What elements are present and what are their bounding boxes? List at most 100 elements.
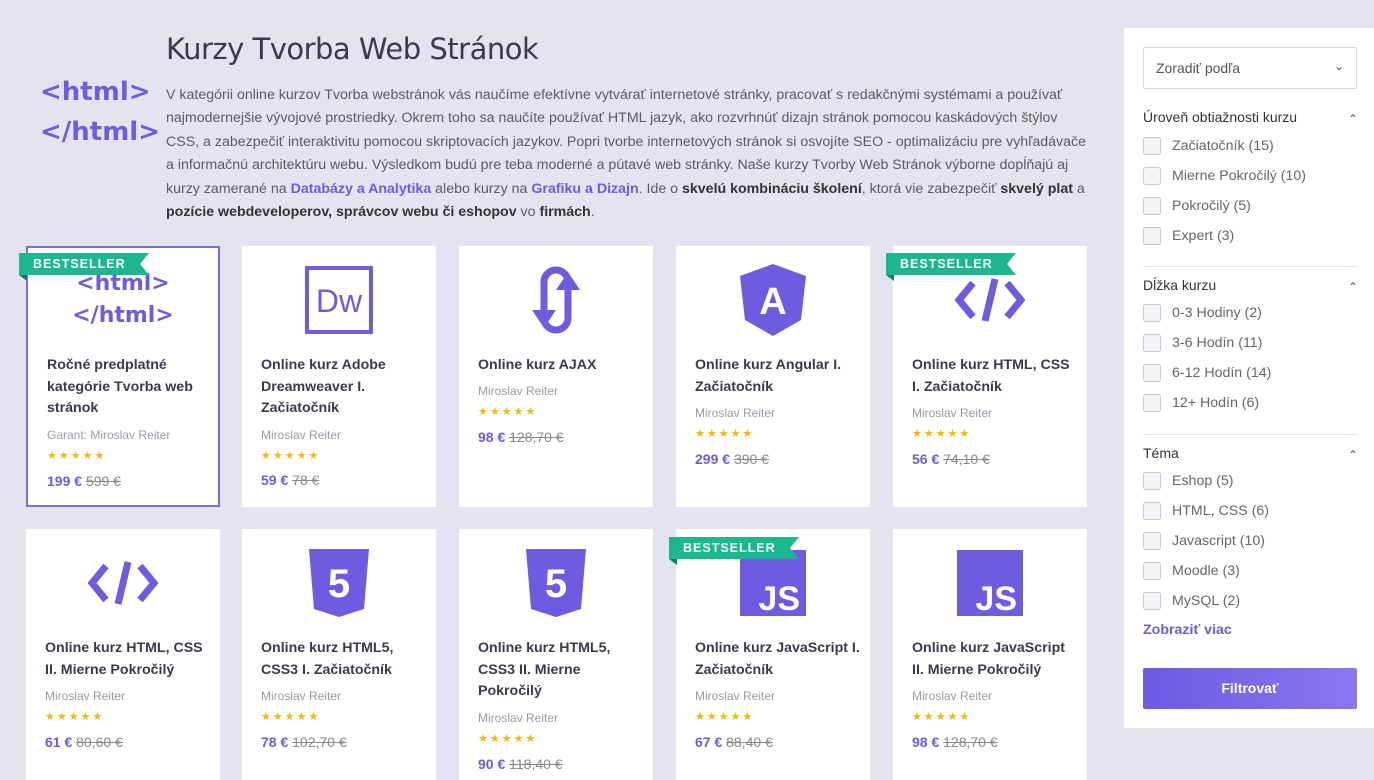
course-price: 98 € 128,70 € [912,734,998,750]
rating-stars: ★★★★★ [261,711,321,723]
code-icon [26,547,220,619]
filter-option[interactable]: Začiatočník (15) [1143,137,1274,155]
course-author: Miroslav Reiter [478,711,559,725]
course-card[interactable]: 5 Online kurz HTML5, CSS3 II. Mierne Pok… [459,529,653,780]
filter-section-title[interactable]: Téma [1143,445,1179,461]
course-author: Miroslav Reiter [912,406,993,420]
js-icon: JS [893,547,1087,619]
course-card[interactable]: 5 Online kurz HTML5, CSS3 I. Začiatočník… [242,529,436,780]
course-name[interactable]: Online kurz HTML5, CSS3 II. Mierne Pokro… [478,638,643,703]
html5-icon: 5 [242,547,436,619]
checkbox[interactable] [1143,562,1161,580]
rating-stars: ★★★★★ [45,711,105,723]
link-grafika[interactable]: Grafiku a Dizajn [531,181,638,197]
filter-option[interactable]: MySQL (2) [1143,592,1240,610]
course-price: 90 € 118,40 € [478,756,563,772]
checkbox[interactable] [1143,304,1161,322]
filter-option[interactable]: HTML, CSS (6) [1143,502,1269,520]
course-card[interactable]: JS Online kurz JavaScript I. Začiatočník… [676,529,870,780]
show-more-link[interactable]: Zobraziť viac [1143,622,1232,638]
filter-button[interactable]: Filtrovať [1143,668,1357,709]
bestseller-badge: BESTSELLER [886,253,1016,281]
course-price: 56 € 74,10 € [912,451,990,467]
svg-text:JS: JS [975,580,1017,616]
course-card[interactable]: Dw Online kurz Adobe Dreamweaver I. Zači… [242,246,436,507]
category-logo: <html> </html> [40,72,160,152]
rating-stars: ★★★★★ [261,450,321,462]
filter-option[interactable]: 6-12 Hodín (14) [1143,364,1271,382]
course-card[interactable]: Online kurz HTML, CSS I. Začiatočník Mir… [893,246,1087,507]
course-price: 299 € 390 € [695,451,769,467]
course-name[interactable]: Online kurz Angular I. Začiatočník [695,355,860,398]
filter-section-title[interactable]: Úroveň obtiažnosti kurzu [1143,109,1297,125]
filter-option[interactable]: Expert (3) [1143,227,1234,245]
filter-sidebar: Zoradiť podľa ⌄ Úroveň obtiažnosti kurzu… [1124,28,1374,728]
filter-option[interactable]: Moodle (3) [1143,562,1240,580]
rating-stars: ★★★★★ [912,428,972,440]
checkbox[interactable] [1143,394,1161,412]
course-name[interactable]: Online kurz AJAX [478,355,643,377]
checkbox[interactable] [1143,532,1161,550]
checkbox[interactable] [1143,502,1161,520]
logo-line-1: <html> [40,77,151,107]
course-author: Miroslav Reiter [261,428,342,442]
checkbox[interactable] [1143,137,1161,155]
chevron-up-icon[interactable]: ⌃ [1348,112,1358,126]
checkbox[interactable] [1143,472,1161,490]
filter-option[interactable]: 0-3 Hodiny (2) [1143,304,1262,322]
category-description: V kategórii online kurzov Tvorba webstrá… [166,87,1086,221]
course-author: Miroslav Reiter [478,384,559,398]
course-name[interactable]: Online kurz Adobe Dreamweaver I. Začiato… [261,355,426,420]
checkbox[interactable] [1143,364,1161,382]
rating-stars: ★★★★★ [478,406,538,418]
course-author: Garant: Miroslav Reiter [47,428,171,442]
checkbox[interactable] [1143,592,1161,610]
course-card[interactable]: <html> </html> Ročné predplatné kategóri… [26,246,220,507]
rating-stars: ★★★★★ [695,711,755,723]
course-name[interactable]: Online kurz HTML, CSS I. Začiatočník [912,355,1077,398]
link-databazy[interactable]: Databázy a Analytika [291,181,432,197]
page-title: Kurzy Tvorba Web Stránok [166,32,539,66]
chevron-up-icon[interactable]: ⌃ [1348,448,1358,462]
dreamweaver-icon: Dw [242,264,436,336]
filter-option[interactable]: Eshop (5) [1143,472,1234,490]
checkbox[interactable] [1143,197,1161,215]
course-price: 199 € 599 € [47,473,121,489]
course-name[interactable]: Online kurz JavaScript II. Mierne Pokroč… [912,638,1077,681]
checkbox[interactable] [1143,167,1161,185]
filter-option[interactable]: Mierne Pokročilý (10) [1143,167,1306,185]
bestseller-badge: BESTSELLER [19,253,149,281]
filter-section-title[interactable]: Dĺžka kurzu [1143,277,1216,293]
chevron-up-icon[interactable]: ⌃ [1348,280,1358,294]
rating-stars: ★★★★★ [912,711,972,723]
filter-option[interactable]: 12+ Hodín (6) [1143,394,1259,412]
course-card[interactable]: Online kurz HTML, CSS II. Mierne Pokroči… [26,529,220,780]
course-card[interactable]: Online kurz AJAX Miroslav Reiter ★★★★★ 9… [459,246,653,507]
filter-option[interactable]: Javascript (10) [1143,532,1265,550]
course-name[interactable]: Online kurz HTML, CSS II. Mierne Pokroči… [45,638,210,681]
course-author: Miroslav Reiter [45,689,126,703]
svg-text:A: A [759,281,786,323]
filter-option[interactable]: 3-6 Hodín (11) [1143,334,1262,352]
course-name[interactable]: Online kurz HTML5, CSS3 I. Začiatočník [261,638,426,681]
course-price: 78 € 102,70 € [261,734,347,750]
html5-icon: 5 [459,547,653,619]
filter-option[interactable]: Pokročilý (5) [1143,197,1251,215]
rating-stars: ★★★★★ [47,450,107,462]
course-author: Miroslav Reiter [695,689,776,703]
course-author: Miroslav Reiter [261,689,342,703]
checkbox[interactable] [1143,334,1161,352]
ajax-icon [459,264,653,336]
course-name[interactable]: Online kurz JavaScript I. Začiatočník [695,638,860,681]
angular-icon: A [676,264,870,336]
svg-text:5: 5 [545,562,567,606]
course-name[interactable]: Ročné predplatné kategórie Tvorba web st… [47,355,208,420]
sort-select[interactable]: Zoradiť podľa ⌄ [1143,47,1357,89]
divider [1143,266,1357,267]
chevron-down-icon: ⌄ [1333,59,1344,73]
rating-stars: ★★★★★ [695,428,755,440]
divider [1143,434,1357,435]
course-card[interactable]: A Online kurz Angular I. Začiatočník Mir… [676,246,870,507]
course-card[interactable]: JS Online kurz JavaScript II. Mierne Pok… [893,529,1087,780]
checkbox[interactable] [1143,227,1161,245]
